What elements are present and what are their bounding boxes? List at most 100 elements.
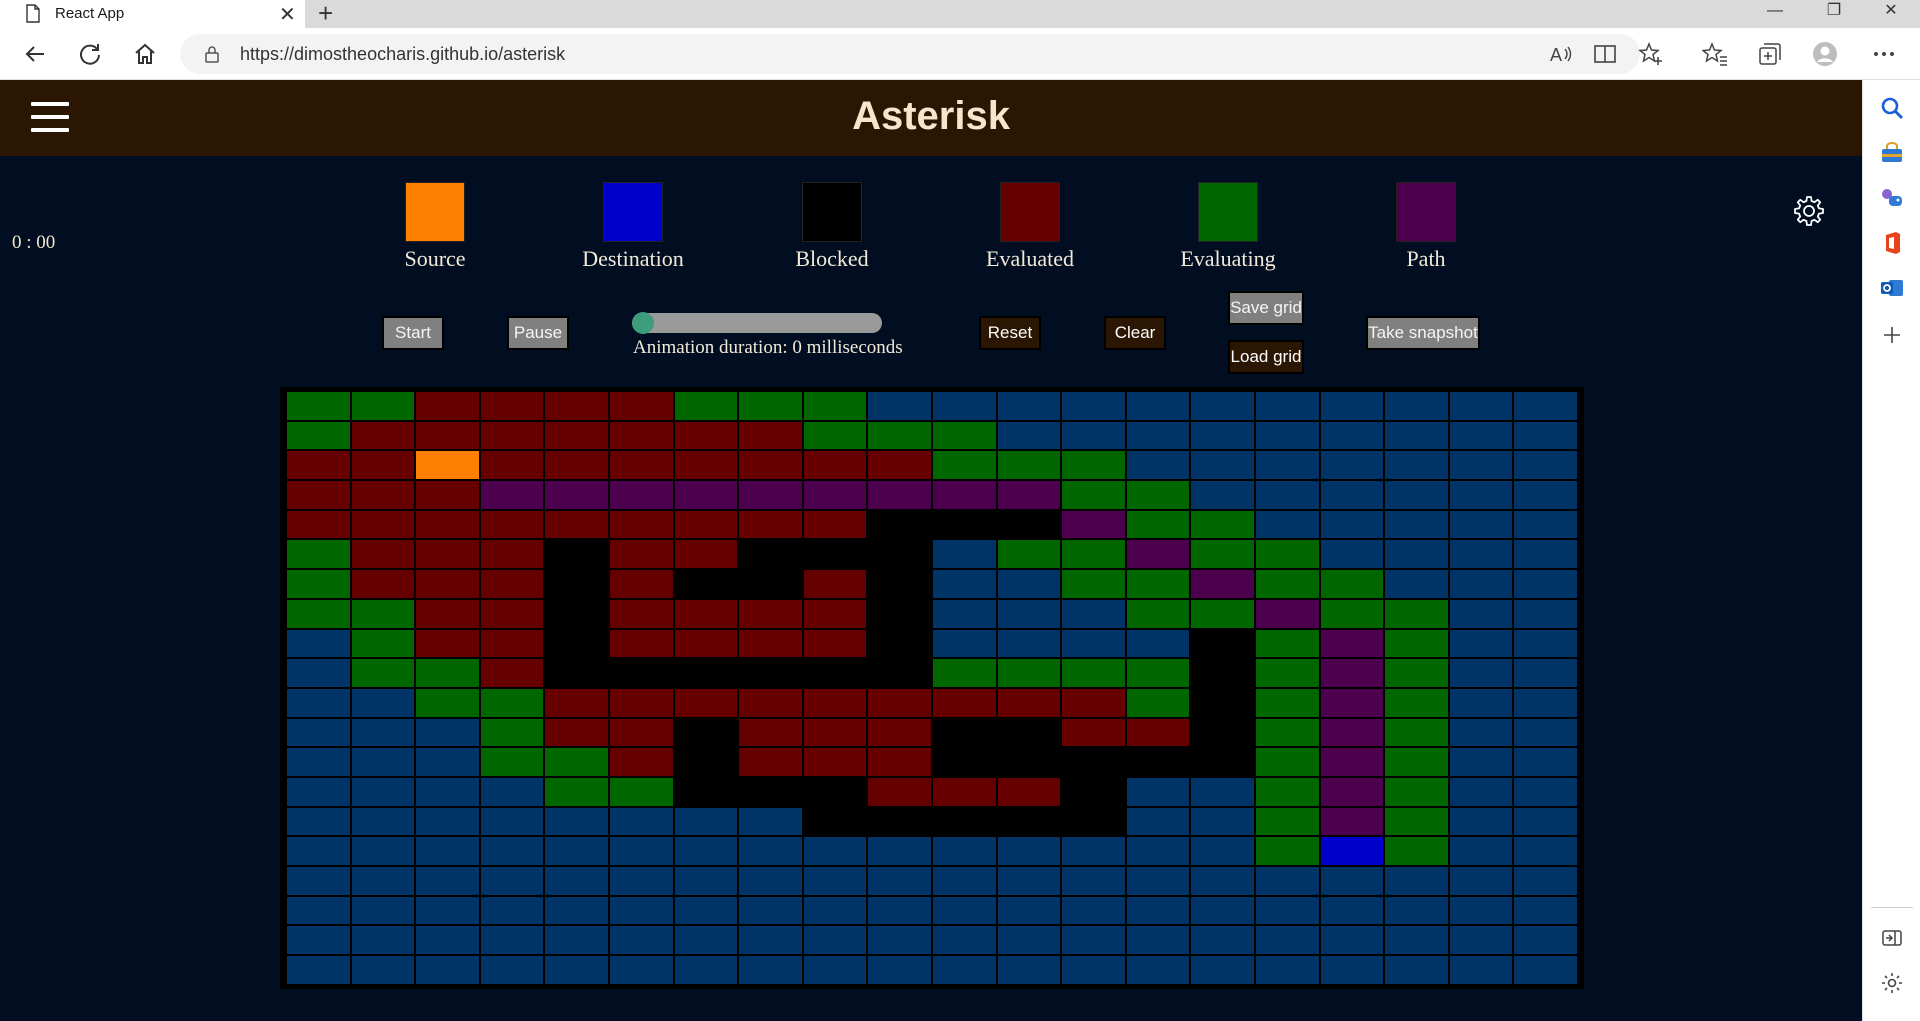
grid-cell[interactable]	[996, 717, 1062, 748]
grid-cell[interactable]	[1384, 717, 1449, 748]
grid-cell[interactable]	[415, 836, 480, 866]
grid-cell[interactable]	[673, 539, 739, 570]
grid-cell[interactable]	[673, 717, 739, 748]
grid-cell[interactable]	[996, 628, 1062, 659]
grid-cell[interactable]	[867, 391, 932, 421]
grid-cell[interactable]	[996, 687, 1062, 718]
grid-cell[interactable]	[1061, 480, 1126, 510]
grid-cell[interactable]	[1384, 628, 1449, 659]
grid-cell[interactable]	[544, 925, 609, 956]
clear-button[interactable]: Clear	[1104, 316, 1166, 350]
grid-cell[interactable]	[286, 539, 351, 570]
grid-cell[interactable]	[286, 836, 351, 866]
grid-cell[interactable]	[1190, 420, 1255, 451]
grid-cell[interactable]	[738, 747, 803, 777]
grid-cell[interactable]	[1190, 509, 1255, 540]
grid-cell[interactable]	[544, 450, 609, 481]
grid-cell[interactable]	[1319, 450, 1385, 481]
grid-cell[interactable]	[738, 955, 803, 985]
grid-cell[interactable]	[802, 628, 868, 659]
grid-cell[interactable]	[1190, 658, 1255, 688]
grid-cell[interactable]	[802, 480, 868, 510]
grid-cell[interactable]	[673, 836, 739, 866]
immersive-reader-icon[interactable]	[1593, 41, 1619, 67]
grid-cell[interactable]	[608, 539, 674, 570]
grid-cell[interactable]	[350, 925, 416, 956]
grid-cell[interactable]	[1448, 628, 1514, 659]
grid-cell[interactable]	[544, 628, 609, 659]
grid-cell[interactable]	[996, 836, 1062, 866]
grid-cell[interactable]	[1319, 866, 1385, 896]
grid-cell[interactable]	[415, 925, 480, 956]
grid-cell[interactable]	[1190, 747, 1255, 777]
grid-cell[interactable]	[996, 925, 1062, 956]
grid-cell[interactable]	[1448, 806, 1514, 837]
grid-cell[interactable]	[479, 687, 545, 718]
grid-cell[interactable]	[802, 806, 868, 837]
grid-cell[interactable]	[1319, 776, 1385, 807]
grid-cell[interactable]	[1061, 450, 1126, 481]
grid-cell[interactable]	[608, 450, 674, 481]
grid-cell[interactable]	[608, 687, 674, 718]
grid-cell[interactable]	[996, 866, 1062, 896]
grid-cell[interactable]	[544, 836, 609, 866]
grid-cell[interactable]	[608, 391, 674, 421]
grid-cell[interactable]	[1319, 836, 1385, 866]
grid-cell[interactable]	[1448, 450, 1514, 481]
grid-cell[interactable]	[608, 925, 674, 956]
grid-cell[interactable]	[1254, 598, 1320, 629]
grid-cell[interactable]	[867, 866, 932, 896]
games-icon[interactable]	[1880, 186, 1904, 210]
grid-cell[interactable]	[544, 866, 609, 896]
grid-cell[interactable]	[802, 391, 868, 421]
grid-cell[interactable]	[1384, 806, 1449, 837]
grid-cell[interactable]	[350, 598, 416, 629]
grid-cell[interactable]	[286, 628, 351, 659]
grid-cell[interactable]	[479, 539, 545, 570]
add-icon[interactable]	[1880, 323, 1904, 347]
grid-cell[interactable]	[1319, 687, 1385, 718]
grid-cell[interactable]	[415, 955, 480, 985]
grid-cell[interactable]	[1513, 450, 1578, 481]
grid-cell[interactable]	[1384, 569, 1449, 599]
grid-cell[interactable]	[867, 925, 932, 956]
grid-cell[interactable]	[415, 480, 480, 510]
grid-cell[interactable]	[673, 598, 739, 629]
grid-cell[interactable]	[608, 806, 674, 837]
grid-cell[interactable]	[544, 420, 609, 451]
grid-cell[interactable]	[544, 391, 609, 421]
grid-cell[interactable]	[996, 955, 1062, 985]
grid-cell[interactable]	[544, 569, 609, 599]
grid-cell[interactable]	[738, 925, 803, 956]
grid-cell[interactable]	[996, 658, 1062, 688]
grid-cell[interactable]	[738, 480, 803, 510]
grid-cell[interactable]	[1190, 836, 1255, 866]
grid-cell[interactable]	[1254, 658, 1320, 688]
grid-cell[interactable]	[350, 628, 416, 659]
grid-cell[interactable]	[1448, 539, 1514, 570]
grid-cell[interactable]	[479, 450, 545, 481]
grid-cell[interactable]	[1061, 628, 1126, 659]
grid-cell[interactable]	[867, 687, 932, 718]
grid-cell[interactable]	[867, 955, 932, 985]
grid-cell[interactable]	[673, 569, 739, 599]
grid-cell[interactable]	[1190, 776, 1255, 807]
grid-cell[interactable]	[1254, 687, 1320, 718]
grid-cell[interactable]	[1319, 806, 1385, 837]
refresh-icon[interactable]	[75, 39, 105, 69]
grid-cell[interactable]	[1125, 391, 1191, 421]
grid-cell[interactable]	[1190, 391, 1255, 421]
grid-cell[interactable]	[673, 925, 739, 956]
grid-cell[interactable]	[479, 806, 545, 837]
collections-icon[interactable]	[1757, 41, 1783, 67]
grid-cell[interactable]	[350, 806, 416, 837]
grid-cell[interactable]	[867, 658, 932, 688]
grid-cell[interactable]	[1254, 391, 1320, 421]
grid-cell[interactable]	[350, 955, 416, 985]
grid-cell[interactable]	[738, 687, 803, 718]
grid-cell[interactable]	[738, 658, 803, 688]
grid-cell[interactable]	[738, 836, 803, 866]
grid-cell[interactable]	[1254, 509, 1320, 540]
grid-cell[interactable]	[1319, 628, 1385, 659]
grid-cell[interactable]	[1513, 480, 1578, 510]
